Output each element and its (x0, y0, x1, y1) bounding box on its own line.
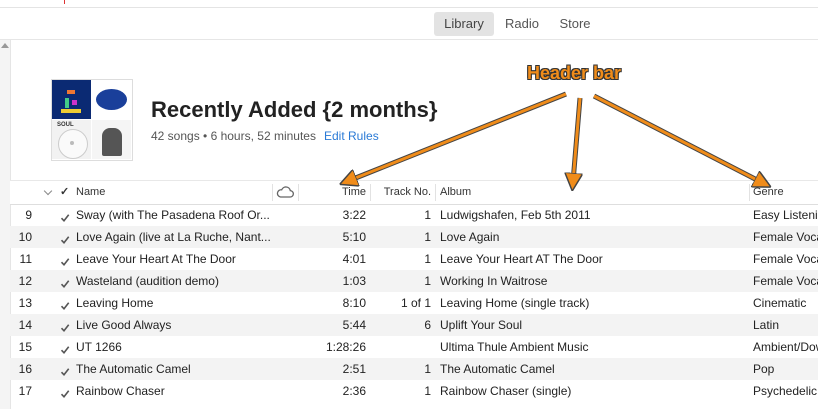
header-bar-annotation: Header bar (527, 63, 622, 83)
annotation-arrows (0, 91, 818, 409)
